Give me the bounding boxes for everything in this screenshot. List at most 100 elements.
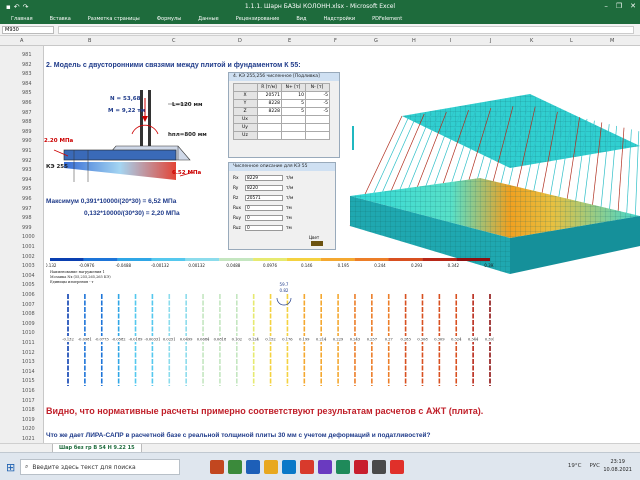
table-cell[interactable] [257, 123, 282, 132]
teams-icon[interactable] [318, 460, 332, 474]
field-input[interactable]: 0 [245, 225, 283, 231]
row-header[interactable]: 1014 [22, 369, 42, 375]
ribbon-tab-6[interactable]: Вид [296, 16, 306, 22]
row-header[interactable]: 986 [22, 100, 42, 106]
row-header[interactable]: 983 [22, 71, 42, 77]
row-header[interactable]: 998 [22, 215, 42, 221]
row-header[interactable]: 1018 [22, 407, 42, 413]
element-description-window[interactable]: Численное описание для КЭ 55 Rx 8229 т/м Ry… [228, 162, 336, 250]
row-header[interactable]: 1012 [22, 350, 42, 356]
row-header[interactable]: 1001 [22, 244, 42, 250]
row-header[interactable]: 1000 [22, 234, 42, 240]
ribbon-tab-4[interactable]: Данные [198, 16, 219, 22]
column-header-E[interactable]: E [288, 38, 291, 44]
ribbon-tab-5[interactable]: Рецензирование [236, 16, 280, 22]
powerpoint-icon[interactable] [210, 460, 224, 474]
close-button[interactable]: ✕ [630, 2, 636, 10]
chrome-icon[interactable] [300, 460, 314, 474]
table-cell[interactable] [305, 123, 330, 132]
row-header[interactable]: 1010 [22, 330, 42, 336]
row-header[interactable]: 991 [22, 148, 42, 154]
row-header[interactable]: 985 [22, 90, 42, 96]
table-cell[interactable] [257, 115, 282, 124]
field-input[interactable]: 0 [245, 205, 283, 211]
field-input[interactable]: 0 [245, 215, 283, 221]
row-header[interactable]: 992 [22, 158, 42, 164]
color-swatch[interactable] [311, 241, 323, 246]
ribbon-tab-3[interactable]: Формулы [157, 16, 181, 22]
row-header[interactable]: 984 [22, 81, 42, 87]
weather-text[interactable]: 19°C [568, 463, 582, 469]
table-cell[interactable]: 8228 [257, 107, 282, 116]
minimize-button[interactable]: – [604, 2, 608, 10]
clock[interactable]: 23:19 10.08.2021 [603, 458, 632, 474]
column-header-I[interactable]: I [450, 38, 451, 44]
row-header[interactable]: 996 [22, 196, 42, 202]
row-header[interactable]: 1015 [22, 378, 42, 384]
row-header[interactable]: 993 [22, 167, 42, 173]
row-header[interactable]: 981 [22, 52, 42, 58]
row-header[interactable]: 982 [22, 62, 42, 68]
app-icon[interactable] [372, 460, 386, 474]
row-header[interactable]: 987 [22, 110, 42, 116]
ribbon-tab-1[interactable]: Вставка [50, 16, 71, 22]
row-header[interactable]: 1021 [22, 436, 42, 442]
table-cell[interactable]: 8228 [257, 99, 282, 108]
field-input[interactable]: 8229 [245, 175, 283, 181]
stiffness-table-window[interactable]: 4. КЭ 255,256 численное [Подливка] R [т/… [228, 72, 340, 158]
row-header[interactable]: 989 [22, 129, 42, 135]
table-cell[interactable] [281, 123, 306, 132]
formula-input[interactable] [58, 26, 634, 34]
table-cell[interactable]: 5 [281, 99, 306, 108]
row-header[interactable]: 1002 [22, 254, 42, 260]
row-header[interactable]: 995 [22, 186, 42, 192]
table-cell[interactable]: 10 [281, 91, 306, 100]
row-header[interactable]: 1005 [22, 282, 42, 288]
ribbon-tab-7[interactable]: Надстройки [323, 16, 355, 22]
row-header[interactable]: 1020 [22, 426, 42, 432]
table-cell[interactable]: 5 [281, 107, 306, 116]
table-cell[interactable]: -5 [305, 99, 330, 108]
column-header-C[interactable]: C [172, 38, 176, 44]
lira-icon[interactable] [336, 460, 350, 474]
row-header[interactable]: 1004 [22, 273, 42, 279]
field-input[interactable]: 8220 [245, 185, 283, 191]
row-header[interactable]: 1009 [22, 321, 42, 327]
worksheet[interactable]: 2. Модель с двусторонними связями между … [44, 46, 640, 443]
edge-icon[interactable] [282, 460, 296, 474]
row-header[interactable]: 999 [22, 225, 42, 231]
video-icon[interactable] [390, 460, 404, 474]
ribbon-tab-2[interactable]: Разметка страницы [88, 16, 140, 22]
column-header-F[interactable]: F [334, 38, 337, 44]
row-header[interactable]: 1007 [22, 302, 42, 308]
row-header[interactable]: 1019 [22, 417, 42, 423]
column-header-G[interactable]: G [374, 38, 378, 44]
column-header-J[interactable]: J [490, 38, 491, 44]
table-cell[interactable]: -5 [305, 91, 330, 100]
row-header[interactable]: 1016 [22, 388, 42, 394]
column-header-L[interactable]: L [570, 38, 573, 44]
row-header[interactable]: 997 [22, 206, 42, 212]
name-box[interactable]: M930 [2, 26, 54, 34]
taskbar-search[interactable]: ⌕ Введите здесь текст для поиска [20, 459, 180, 475]
table-cell[interactable] [305, 131, 330, 140]
table-cell[interactable] [305, 115, 330, 124]
field-input[interactable]: 20571 [245, 195, 283, 201]
row-header[interactable]: 1008 [22, 311, 42, 317]
column-header-D[interactable]: D [238, 38, 242, 44]
row-header[interactable]: 1011 [22, 340, 42, 346]
file-explorer-icon[interactable] [264, 460, 278, 474]
restore-button[interactable]: ❐ [616, 2, 622, 10]
row-header[interactable]: 990 [22, 138, 42, 144]
column-header-M[interactable]: M [610, 38, 614, 44]
windows-start-icon[interactable]: ⊞ [6, 461, 15, 474]
row-header[interactable]: 1006 [22, 292, 42, 298]
table-cell[interactable] [257, 131, 282, 140]
table-cell[interactable] [281, 131, 306, 140]
table-cell[interactable]: -5 [305, 107, 330, 116]
row-header[interactable]: 1017 [22, 398, 42, 404]
row-header[interactable]: 1013 [22, 359, 42, 365]
pdf-icon[interactable] [354, 460, 368, 474]
row-header[interactable]: 988 [22, 119, 42, 125]
column-header-B[interactable]: B [88, 38, 91, 44]
